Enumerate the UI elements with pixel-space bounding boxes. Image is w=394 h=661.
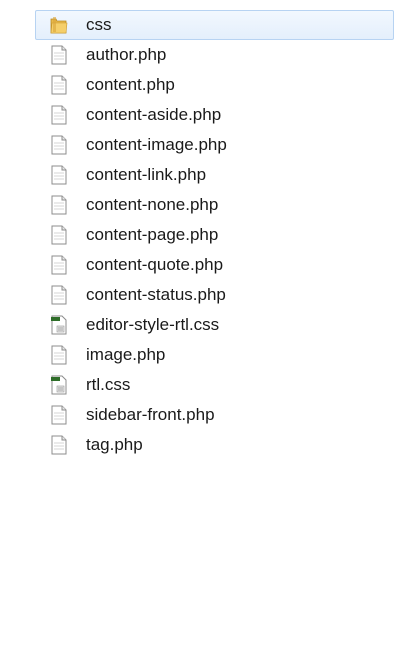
document-icon — [51, 435, 67, 455]
file-name: editor-style-rtl.css — [86, 315, 220, 334]
file-name: content.php — [86, 75, 175, 94]
file-name: content-link.php — [86, 165, 207, 184]
document-icon — [51, 75, 67, 95]
list-item-content-page-php[interactable]: content-page.php — [0, 220, 394, 250]
file-name: content-page.php — [86, 225, 219, 244]
css-file-icon — [51, 375, 67, 395]
document-icon — [51, 285, 67, 305]
document-icon — [51, 165, 67, 185]
list-item-author-php[interactable]: author.php — [0, 40, 394, 70]
document-icon — [51, 345, 67, 365]
list-item-content-none-php[interactable]: content-none.php — [0, 190, 394, 220]
document-icon — [51, 195, 67, 215]
list-item-rtl-css[interactable]: rtl.css — [0, 370, 394, 400]
css-file-icon — [51, 315, 67, 335]
document-icon — [51, 225, 67, 245]
list-item-content-link-php[interactable]: content-link.php — [0, 160, 394, 190]
file-name: css — [86, 15, 112, 34]
file-name: content-none.php — [86, 195, 219, 214]
list-item-content-image-php[interactable]: content-image.php — [0, 130, 394, 160]
list-item-css-folder[interactable]: css — [35, 10, 394, 40]
file-name: author.php — [86, 45, 167, 64]
file-list: css author.php content.php content-aside… — [0, 10, 394, 460]
file-name: rtl.css — [86, 375, 131, 394]
document-icon — [51, 105, 67, 125]
list-item-content-status-php[interactable]: content-status.php — [0, 280, 394, 310]
file-name: sidebar-front.php — [86, 405, 215, 424]
folder-icon — [50, 17, 68, 34]
file-name: content-status.php — [86, 285, 226, 304]
file-name: content-quote.php — [86, 255, 224, 274]
list-item-sidebar-front-php[interactable]: sidebar-front.php — [0, 400, 394, 430]
list-item-image-php[interactable]: image.php — [0, 340, 394, 370]
file-name: tag.php — [86, 435, 143, 454]
document-icon — [51, 255, 67, 275]
list-item-content-php[interactable]: content.php — [0, 70, 394, 100]
document-icon — [51, 135, 67, 155]
file-name: content-image.php — [86, 135, 227, 154]
list-item-tag-php[interactable]: tag.php — [0, 430, 394, 460]
list-item-content-quote-php[interactable]: content-quote.php — [0, 250, 394, 280]
file-name: content-aside.php — [86, 105, 222, 124]
document-icon — [51, 45, 67, 65]
list-item-content-aside-php[interactable]: content-aside.php — [0, 100, 394, 130]
document-icon — [51, 405, 67, 425]
file-name: image.php — [86, 345, 166, 364]
list-item-editor-style-rtl-css[interactable]: editor-style-rtl.css — [0, 310, 394, 340]
